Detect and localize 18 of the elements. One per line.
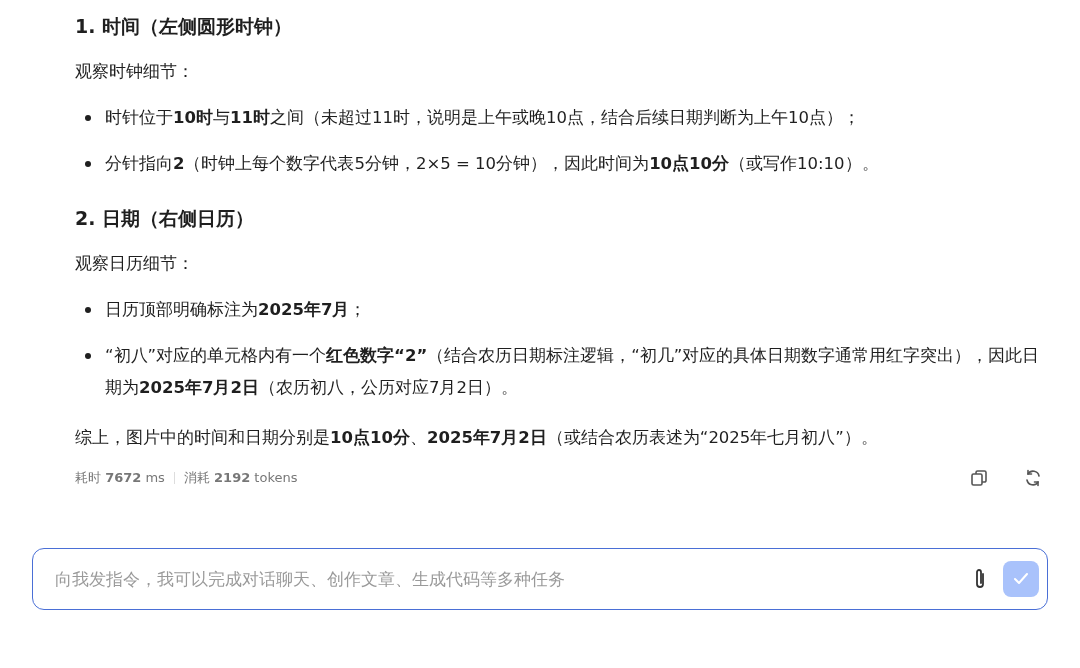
paragraph: 观察时钟细节： [75,61,195,83]
bullet-dot [85,115,91,121]
list-item-text: “初八”对应的单元格内有一个红色数字“2”（结合农历日期标注逻辑，“初几”对应的具体日期数字通常用红字突出），因此日期为2025年7月2日（农历初八，公历对应7月2日）。 [105,345,1040,399]
input-container[interactable]: 向我发指令，我可以完成对话聊天、创作文章、生成代码等多种任务 [32,548,1048,610]
stat-text: 消耗 2192 tokens [183,469,298,487]
section-heading: 1. 时间（左侧圆形时钟） [75,14,294,39]
bullet-dot [85,353,91,359]
list-item-text: 分针指向2（时钟上每个数字代表5分钟，2×5 = 10分钟），因此时间为10点10分（或写作10:10）。 [105,153,879,175]
bullet-dot [85,307,91,313]
copy-icon [969,468,989,488]
list-item-text: 日历顶部明确标注为2025年7月； [105,299,367,321]
paragraph: 观察日历细节： [75,253,195,275]
stat-text: 耗时 7672 ms [75,469,165,487]
bullet-dot [85,161,91,167]
refresh-icon [1023,468,1043,488]
section-heading: 2. 日期（右侧日历） [75,206,256,231]
list-item-text: 时针位于10时与11时之间（未超过11时，说明是上午或晚10点，结合后续日期判断为上午10点）； [105,107,860,129]
paragraph: 综上，图片中的时间和日期分别是10点10分、2025年7月2日（或结合农历表述为“2025年七月初八”）。 [75,427,879,449]
